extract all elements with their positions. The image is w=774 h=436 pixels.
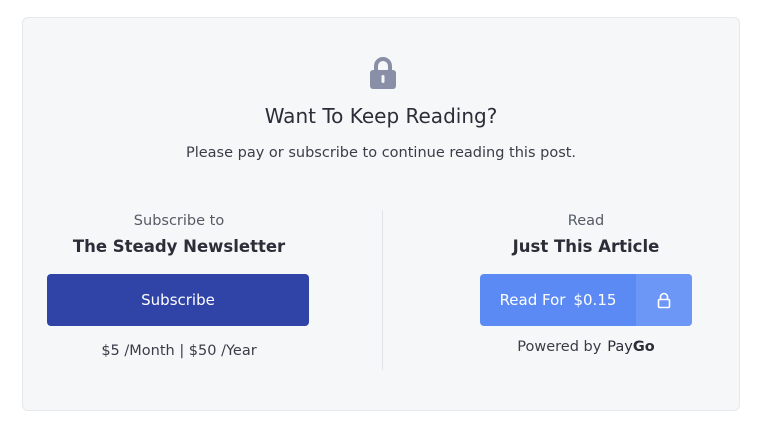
subscribe-button[interactable]: Subscribe [47, 274, 309, 326]
paywall-heading: Want To Keep Reading? [264, 104, 498, 128]
article-price: $0.15 [573, 291, 617, 309]
subscribe-column: Subscribe to The Steady Newsletter [29, 211, 329, 258]
column-divider [382, 210, 383, 370]
paywall-subheading: Please pay or subscribe to continue read… [185, 145, 577, 161]
newsletter-title: The Steady Newsletter [72, 237, 286, 256]
powered-by: Powered by PayGo [436, 339, 736, 355]
paygo-logo-go: Go [632, 339, 655, 355]
subscribe-label: Subscribe to [133, 213, 225, 229]
lock-icon [370, 57, 396, 89]
lock-icon [657, 292, 671, 308]
article-title: Just This Article [512, 237, 660, 256]
read-column: Read Just This Article [436, 211, 736, 258]
read-label: Read [567, 213, 605, 229]
paywall-card: Want To Keep Reading? Please pay or subs… [22, 17, 740, 411]
paygo-logo-pay: Pay [607, 339, 633, 355]
powered-by-label: Powered by [517, 339, 602, 355]
read-button-lock-segment[interactable] [636, 274, 692, 326]
subscription-pricing: $5 /Month | $50 /Year [101, 343, 257, 359]
read-for-button[interactable]: Read For $0.15 [480, 274, 692, 326]
read-for-label: Read For [499, 291, 566, 309]
read-for-label-group[interactable]: Read For $0.15 [480, 274, 636, 326]
